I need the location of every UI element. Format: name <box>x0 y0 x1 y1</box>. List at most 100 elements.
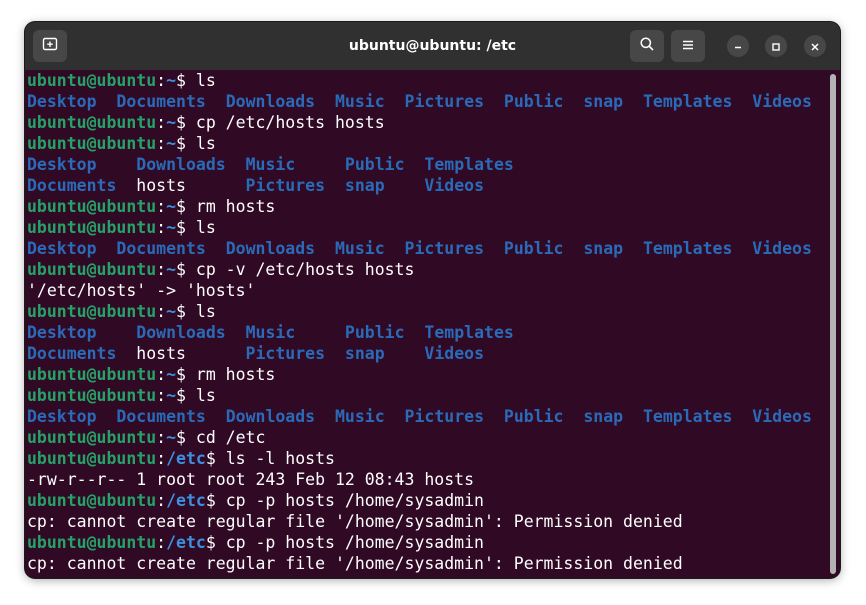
close-icon <box>810 37 820 56</box>
terminal-text: $ rm hosts <box>176 197 276 216</box>
terminal-text: $ ls <box>176 302 216 321</box>
prompt-user-host: ubuntu@ubuntu <box>27 491 157 510</box>
directory-name: Public <box>344 155 405 174</box>
terminal-text: : <box>156 449 167 468</box>
directory-name: Videos <box>752 239 812 258</box>
directory-name: snap <box>583 239 624 258</box>
terminal-text: : <box>156 365 167 384</box>
directory-name: Music <box>334 92 385 111</box>
directory-name: Videos <box>424 176 485 195</box>
scrollbar[interactable] <box>830 74 836 574</box>
terminal-text: $ ls <box>176 134 216 153</box>
directory-name: snap <box>583 407 624 426</box>
prompt-user-host: ubuntu@ubuntu <box>27 428 157 447</box>
window-title: ubuntu@ubuntu: /etc <box>348 38 517 54</box>
terminal-text: : <box>156 71 167 90</box>
directory-name: Downloads <box>225 407 316 426</box>
close-button[interactable] <box>804 35 826 57</box>
terminal-text: $ cp -p hosts /home/sysadmin <box>205 533 484 552</box>
directory-name: Downloads <box>136 323 226 342</box>
prompt-path: /etc <box>166 449 206 468</box>
prompt-path: ~ <box>166 365 177 384</box>
prompt-user-host: ubuntu@ubuntu <box>27 197 157 216</box>
directory-name: Templates <box>643 407 733 426</box>
terminal-text: '/etc/hosts' -> 'hosts' <box>27 281 256 300</box>
terminal-line: -rw-r--r-- 1 root root 243 Feb 12 08:43 … <box>27 469 840 490</box>
directory-name: Documents <box>116 239 206 258</box>
terminal-text: cp: cannot create regular file '/home/sy… <box>27 512 683 531</box>
terminal-line: Desktop Documents Downloads Music Pictur… <box>27 238 840 259</box>
search-icon <box>639 36 655 56</box>
directory-name: Public <box>503 407 564 426</box>
prompt-path: /etc <box>166 533 206 552</box>
terminal-line: ubuntu@ubuntu:~$ ls <box>27 70 840 91</box>
terminal-output[interactable]: ubuntu@ubuntu:~$ ls Desktop Documents Dow… <box>25 70 840 578</box>
terminal-text: -rw-r--r-- 1 root root 243 Feb 12 08:43 … <box>27 470 475 489</box>
terminal-text: : <box>156 491 167 510</box>
directory-name: snap <box>344 344 385 363</box>
prompt-user-host: ubuntu@ubuntu <box>27 533 157 552</box>
terminal-text: : <box>156 197 167 216</box>
new-tab-icon <box>42 36 58 56</box>
terminal-text: cp: cannot create regular file '/home/sy… <box>27 554 683 573</box>
new-tab-button[interactable] <box>33 30 67 62</box>
prompt-path: ~ <box>166 218 177 237</box>
terminal-text: $ cp -v /etc/hosts hosts <box>176 260 415 279</box>
prompt-path: ~ <box>166 260 177 279</box>
terminal-line: ubuntu@ubuntu:~$ cp /etc/hosts hosts <box>27 112 840 133</box>
directory-name: Pictures <box>404 239 485 258</box>
directory-name: Templates <box>643 92 733 111</box>
directory-name: Documents <box>27 176 117 195</box>
minimize-button[interactable] <box>727 35 749 57</box>
terminal-line: ubuntu@ubuntu:~$ rm hosts <box>27 364 840 385</box>
terminal-line: ubuntu@ubuntu:/etc$ cp -p hosts /home/sy… <box>27 490 840 511</box>
directory-name: Desktop <box>27 155 97 174</box>
prompt-user-host: ubuntu@ubuntu <box>27 71 157 90</box>
terminal-text: $ cp /etc/hosts hosts <box>176 113 385 132</box>
title-bar[interactable]: ubuntu@ubuntu: /etc <box>25 22 840 70</box>
directory-name: snap <box>344 176 385 195</box>
menu-button[interactable] <box>671 30 705 62</box>
terminal-text: : <box>156 260 167 279</box>
terminal-text: $ ls <box>176 71 216 90</box>
maximize-button[interactable] <box>765 35 787 57</box>
minimize-icon <box>733 37 743 56</box>
terminal-window: ubuntu@ubuntu: /etc ubuntu@ubuntu:~$ ls … <box>25 22 840 578</box>
prompt-path: ~ <box>166 134 177 153</box>
prompt-user-host: ubuntu@ubuntu <box>27 386 157 405</box>
terminal-text: : <box>156 134 167 153</box>
terminal-text: $ cd /etc <box>176 428 266 447</box>
directory-name: Documents <box>116 92 206 111</box>
terminal-line: ubuntu@ubuntu:/etc$ cp -p hosts /home/sy… <box>27 532 840 553</box>
terminal-text: $ ls <box>176 218 216 237</box>
search-button[interactable] <box>630 30 664 62</box>
directory-name: Pictures <box>245 344 326 363</box>
